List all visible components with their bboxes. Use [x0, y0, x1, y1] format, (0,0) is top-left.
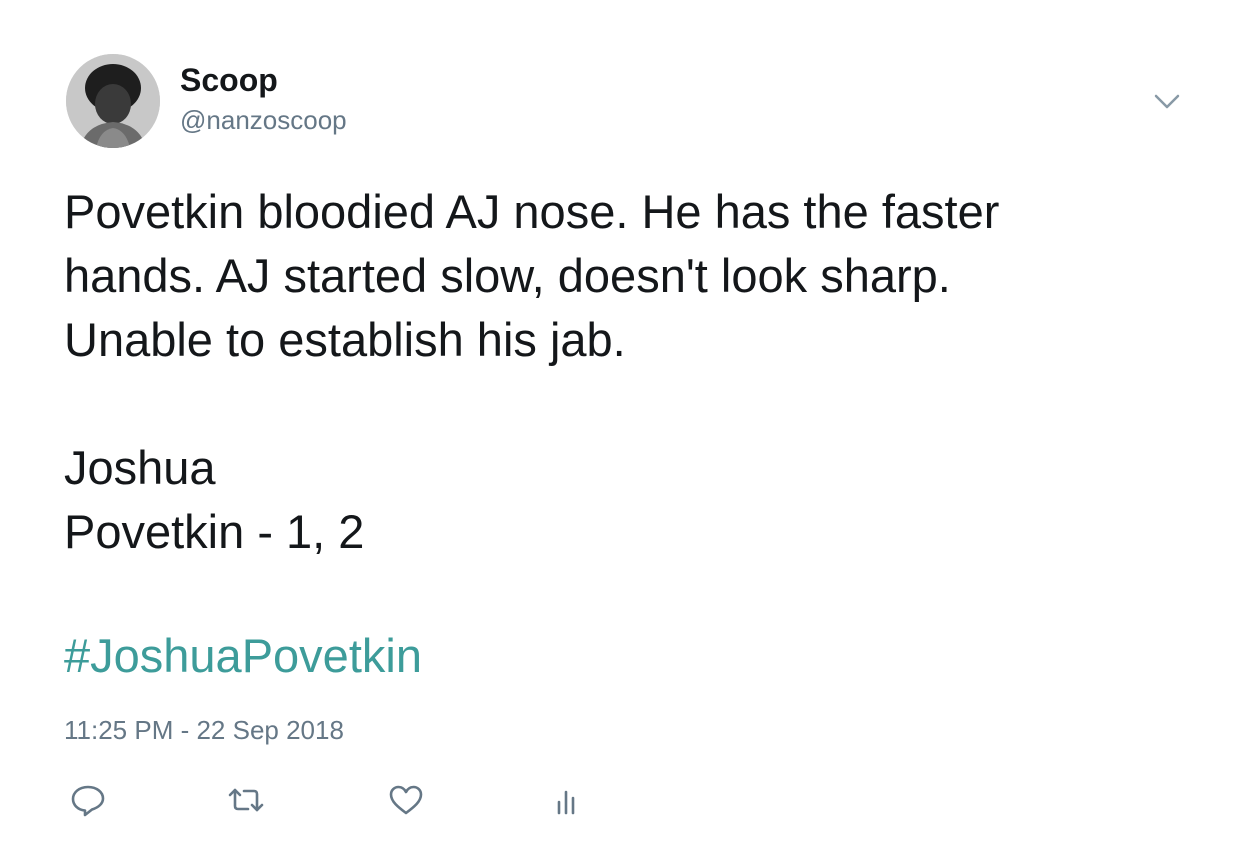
analytics-icon	[557, 790, 575, 815]
author-handle[interactable]: @nanzoscoop	[180, 104, 347, 136]
score-line: Joshua	[64, 441, 216, 494]
tweet-text-line: hands. AJ started slow, doesn't look sha…	[64, 249, 951, 302]
heart-icon	[389, 785, 423, 815]
tweet-text-line: Unable to establish his jab.	[64, 313, 626, 366]
hashtag-link[interactable]: #JoshuaPovetkin	[64, 624, 422, 688]
score-line: Povetkin - 1, 2	[64, 505, 365, 558]
avatar[interactable]	[66, 54, 160, 148]
tweet-timestamp[interactable]: 11:25 PM - 22 Sep 2018	[64, 714, 344, 746]
analytics-button[interactable]	[546, 782, 586, 818]
tweet-text-line: Povetkin bloodied AJ nose. He has the fa…	[64, 185, 1000, 238]
retweet-button[interactable]	[226, 782, 266, 818]
avatar-image	[66, 54, 160, 148]
author-display-name[interactable]: Scoop	[180, 60, 278, 100]
retweet-icon	[228, 788, 264, 812]
chevron-down-icon[interactable]	[1150, 86, 1184, 116]
reply-button[interactable]	[68, 782, 108, 818]
reply-icon	[71, 785, 105, 817]
tweet-text: Povetkin bloodied AJ nose. He has the fa…	[64, 180, 1214, 564]
like-button[interactable]	[386, 782, 426, 818]
